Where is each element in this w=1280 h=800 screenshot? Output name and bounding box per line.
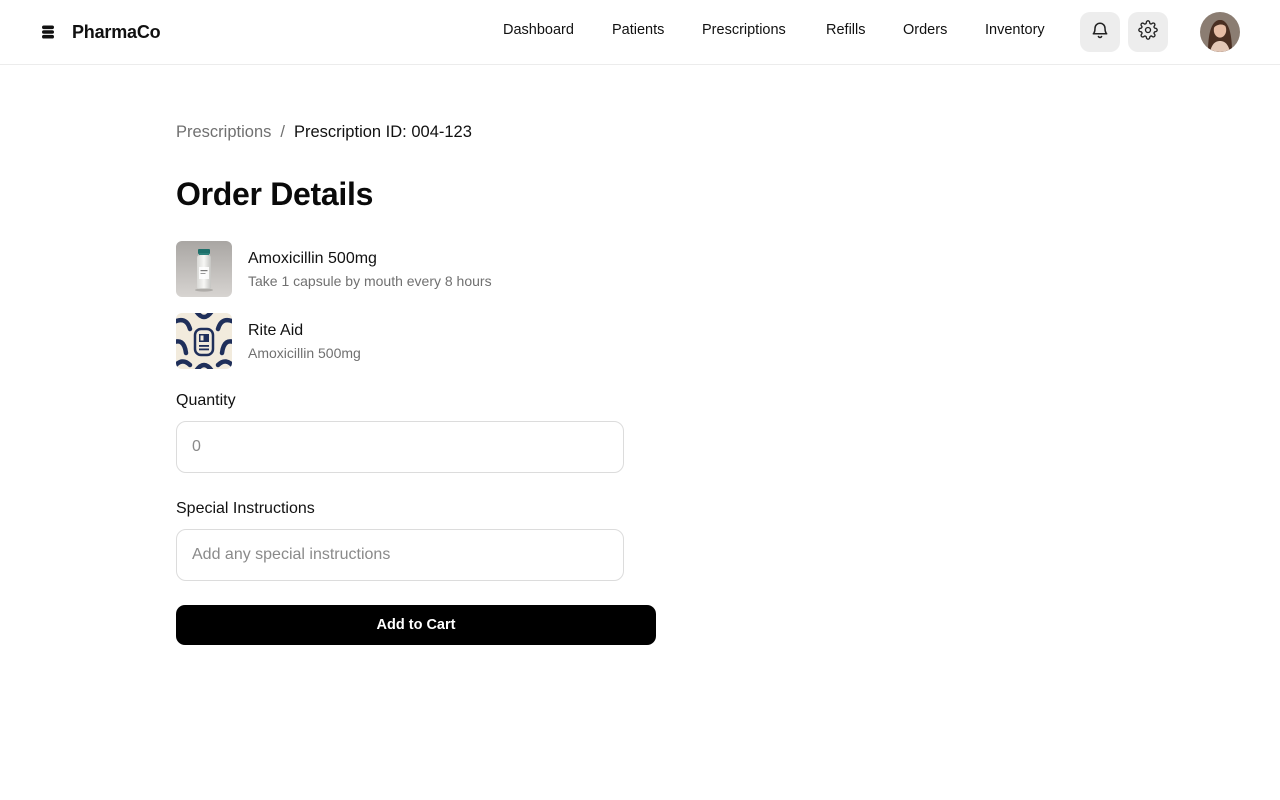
gear-icon [1138, 19, 1158, 45]
medication-item: Amoxicillin 500mg Take 1 capsule by mout… [176, 241, 656, 297]
medicine-bottle-image [176, 241, 232, 297]
medication-dosage-instructions: Take 1 capsule by mouth every 8 hours [248, 273, 492, 289]
notifications-button[interactable] [1080, 12, 1120, 52]
settings-button[interactable] [1128, 12, 1168, 52]
top-navigation-bar: PharmaCo Dashboard Patients Prescription… [0, 0, 1280, 65]
pharmacy-item: Rite Aid Amoxicillin 500mg [176, 313, 656, 369]
medication-name: Amoxicillin 500mg [248, 250, 377, 267]
nav-item-dashboard[interactable]: Dashboard [503, 22, 574, 38]
breadcrumb-separator: / [280, 123, 285, 141]
brand[interactable]: PharmaCo [38, 18, 161, 46]
special-instructions-input[interactable] [176, 529, 624, 581]
nav-item-refills[interactable]: Refills [826, 22, 865, 38]
nav-item-orders[interactable]: Orders [903, 22, 947, 38]
nav-item-inventory[interactable]: Inventory [985, 22, 1045, 38]
breadcrumb-prescriptions-link[interactable]: Prescriptions [176, 123, 271, 142]
add-to-cart-button[interactable]: Add to Cart [176, 605, 656, 645]
user-avatar[interactable] [1200, 12, 1240, 52]
pharmacy-medication: Amoxicillin 500mg [248, 345, 361, 361]
page-title: Order Details [176, 176, 374, 212]
bell-icon [1090, 20, 1110, 45]
pharmacy-name: Rite Aid [248, 322, 304, 339]
nav-item-patients[interactable]: Patients [612, 22, 664, 38]
quantity-label: Quantity [176, 392, 236, 409]
nav-item-prescriptions[interactable]: Prescriptions [702, 22, 786, 38]
pharmacy-pattern-logo [176, 313, 232, 369]
breadcrumb-current: Prescription ID: 004-123 [293, 123, 472, 141]
quantity-input[interactable] [176, 421, 624, 473]
brand-name: PharmaCo [72, 21, 161, 42]
breadcrumb: Prescriptions / Prescription ID: 004-123 [176, 123, 472, 142]
special-instructions-label: Special Instructions [176, 500, 315, 517]
stacked-layers-icon [38, 22, 58, 42]
